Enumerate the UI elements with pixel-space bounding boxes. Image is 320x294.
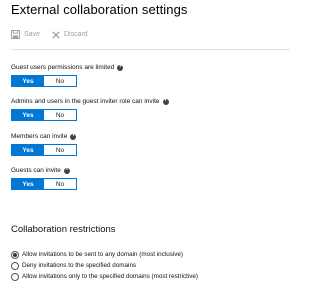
radio-label: Deny invitations to the specified domain… xyxy=(22,262,137,269)
toggle-yes-button[interactable]: Yes xyxy=(12,76,44,86)
toggle-no-button[interactable]: No xyxy=(44,179,76,189)
toggle-admins-guest-inviter: Yes No xyxy=(11,109,77,121)
setting-members-can-invite: Members can invite i Yes No xyxy=(11,133,77,156)
save-icon xyxy=(11,30,20,39)
radio-option-deny-specified[interactable]: Deny invitations to the specified domain… xyxy=(11,260,198,271)
setting-guests-can-invite: Guests can invite i Yes No xyxy=(11,167,77,190)
toggle-no-button[interactable]: No xyxy=(44,76,76,86)
info-icon[interactable]: i xyxy=(117,64,124,71)
info-icon[interactable]: i xyxy=(63,167,70,174)
radio-button[interactable] xyxy=(11,261,19,270)
save-label: Save xyxy=(24,31,40,38)
radio-option-allow-specified-only[interactable]: Allow invitations only to the specified … xyxy=(11,271,198,282)
discard-icon xyxy=(52,30,60,39)
setting-label: Members can invite xyxy=(11,133,68,140)
toggle-guest-permissions-limited: Yes No xyxy=(11,75,77,87)
radio-button[interactable] xyxy=(11,250,19,259)
setting-label: Guest users permissions are limited xyxy=(11,64,115,71)
discard-label: Discard xyxy=(63,31,88,38)
toggle-no-button[interactable]: No xyxy=(44,110,76,120)
info-icon[interactable]: i xyxy=(162,98,169,105)
toolbar-divider xyxy=(11,49,290,50)
radio-option-any-domain[interactable]: Allow invitations to be sent to any doma… xyxy=(11,249,198,260)
setting-label: Guests can invite xyxy=(11,167,61,174)
radio-button[interactable] xyxy=(11,272,19,281)
page-title: External collaboration settings xyxy=(11,2,188,17)
toolbar: Save Discard xyxy=(11,30,88,39)
setting-admins-guest-inviter-can-invite: Admins and users in the guest inviter ro… xyxy=(11,98,169,121)
toggle-yes-button[interactable]: Yes xyxy=(12,179,44,189)
save-button[interactable]: Save xyxy=(11,30,40,39)
info-icon[interactable]: i xyxy=(70,133,77,140)
toggle-members-can-invite: Yes No xyxy=(11,144,77,156)
toggle-yes-button[interactable]: Yes xyxy=(12,110,44,120)
toggle-guests-can-invite: Yes No xyxy=(11,178,77,190)
toggle-no-button[interactable]: No xyxy=(44,145,76,155)
setting-guest-permissions-limited: Guest users permissions are limited i Ye… xyxy=(11,64,124,87)
collaboration-restrictions-title: Collaboration restrictions xyxy=(11,224,116,235)
radio-label: Allow invitations to be sent to any doma… xyxy=(22,251,183,258)
collaboration-restrictions-radio-group: Allow invitations to be sent to any doma… xyxy=(11,249,198,282)
toggle-yes-button[interactable]: Yes xyxy=(12,145,44,155)
discard-button[interactable]: Discard xyxy=(52,30,88,39)
radio-label: Allow invitations only to the specified … xyxy=(22,273,199,280)
setting-label: Admins and users in the guest inviter ro… xyxy=(11,98,160,105)
